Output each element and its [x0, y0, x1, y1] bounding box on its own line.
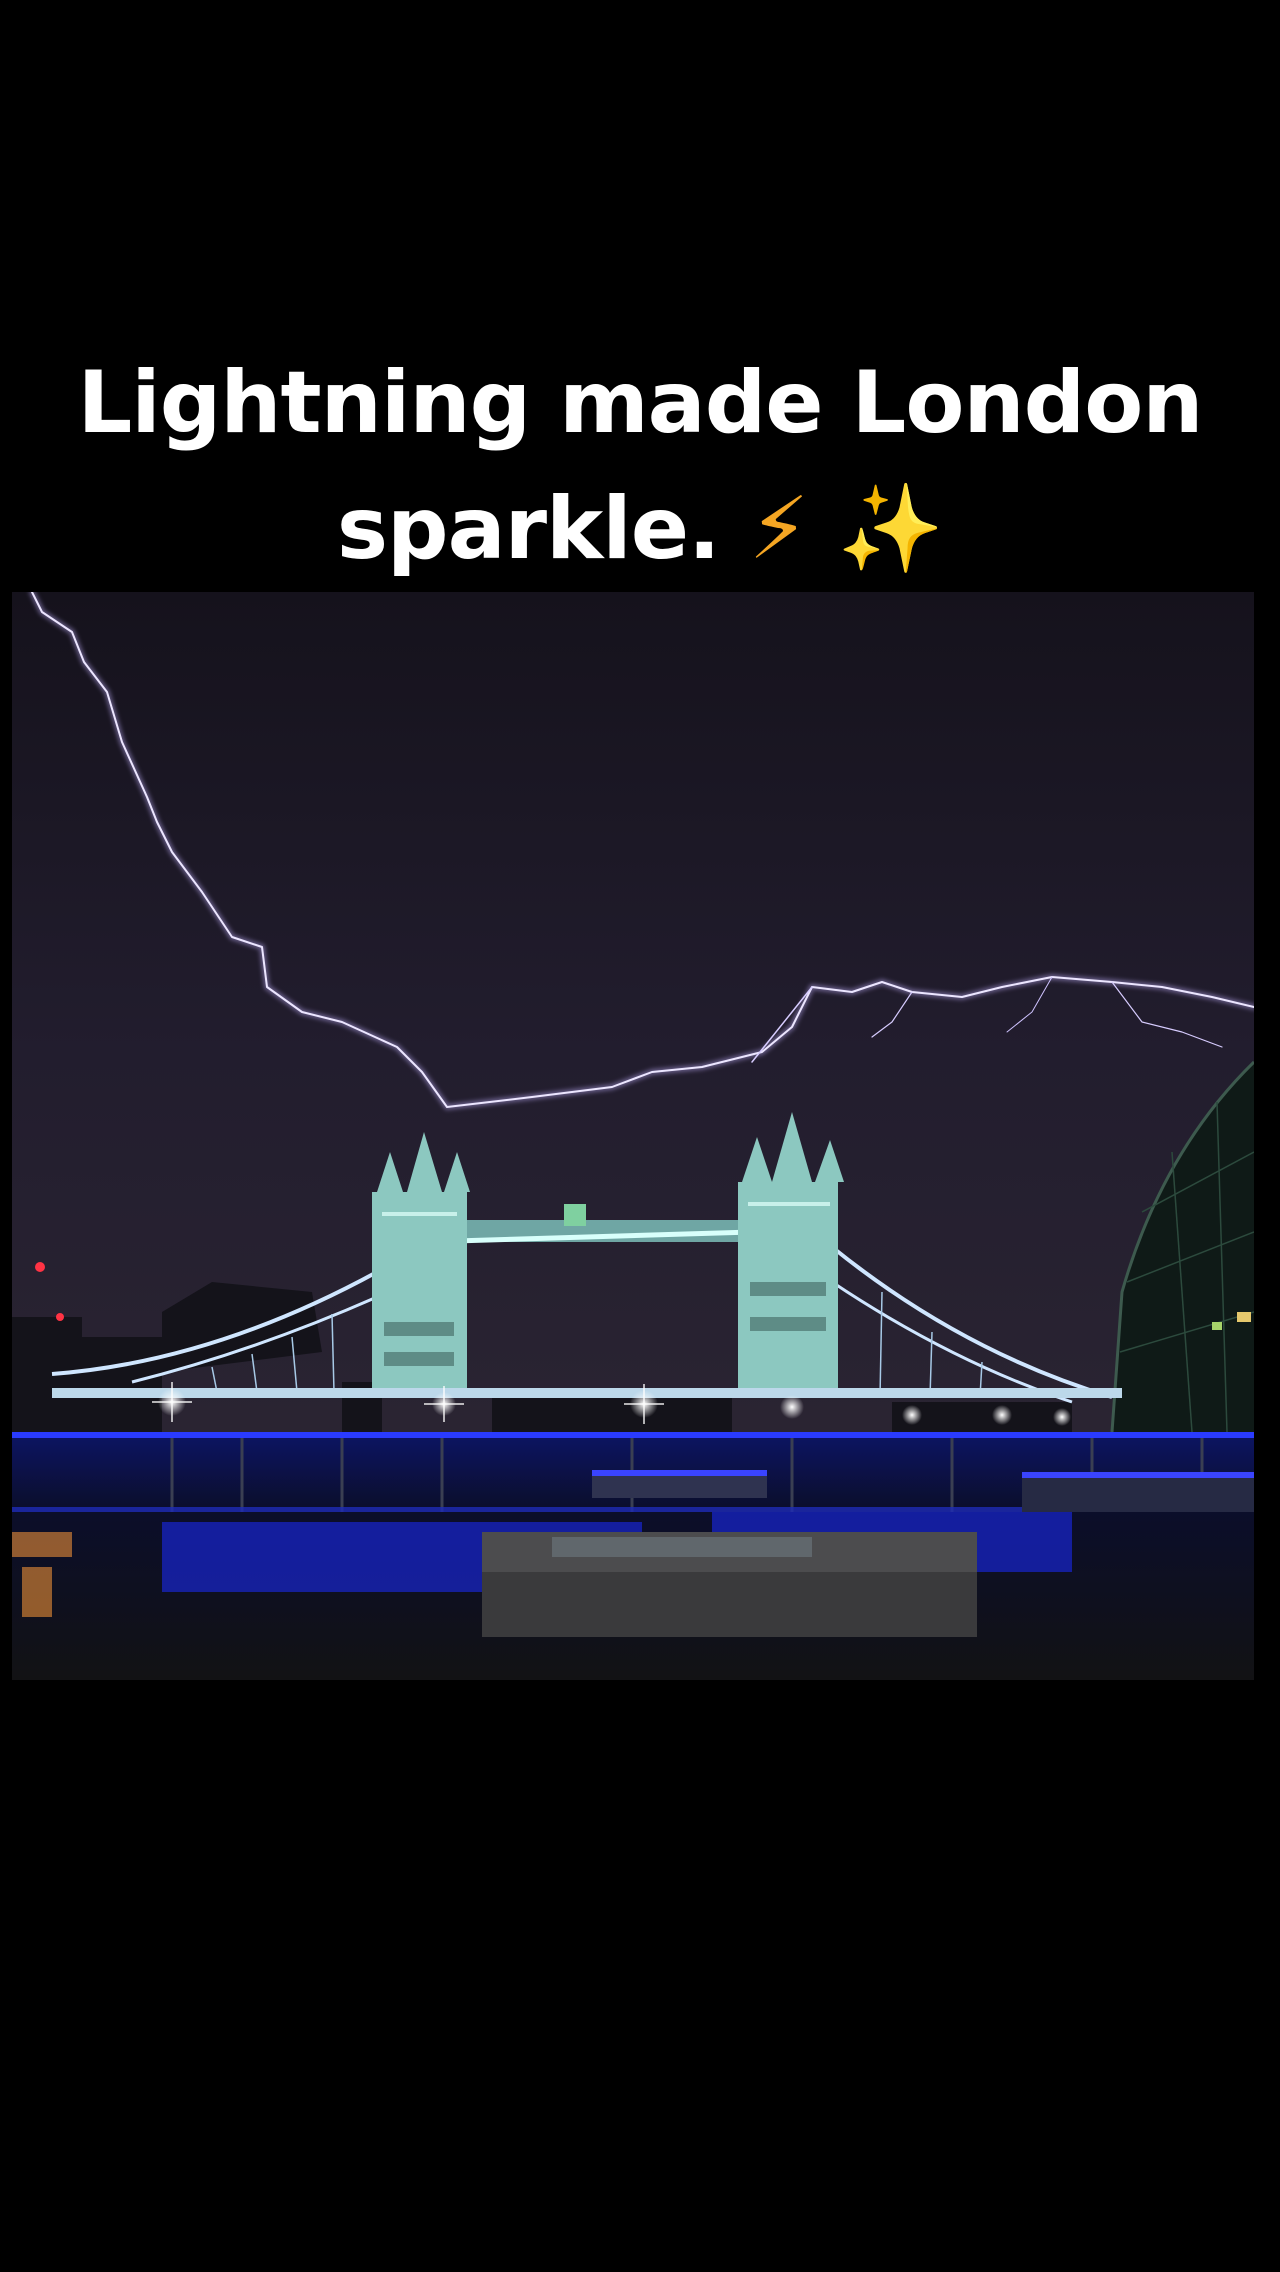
tower-bridge-lightning-photo: [12, 592, 1254, 1680]
lightning-bolt-icon: ⚡: [748, 479, 809, 579]
photo-illustration: [12, 592, 1254, 1680]
stone-bench-right: [1022, 1472, 1254, 1512]
red-crane-light-2: [56, 1313, 64, 1321]
caption-line-1: Lightning made London: [77, 353, 1203, 453]
caption-line-2-text: sparkle.: [336, 479, 721, 579]
red-crane-light: [35, 1262, 45, 1272]
riverbank-blue-light: [12, 1432, 1254, 1438]
video-caption: Lightning made London sparkle. ⚡ ✨: [0, 340, 1280, 592]
sparkles-icon: ✨: [837, 479, 944, 579]
stone-bench-front: [482, 1532, 977, 1637]
bridge-left-tower: [372, 1132, 470, 1392]
stone-bench-back: [592, 1470, 767, 1498]
caption-line-2: sparkle. ⚡ ✨: [0, 466, 1280, 592]
bridge-right-tower: [738, 1112, 844, 1392]
